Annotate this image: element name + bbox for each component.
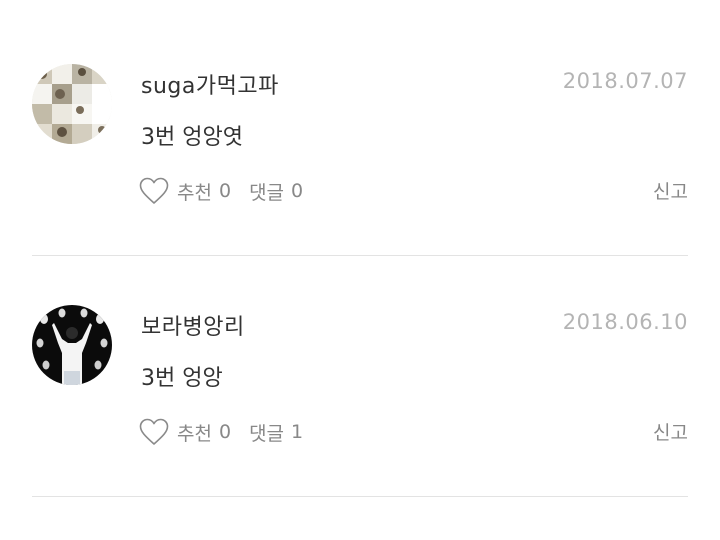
comment-item: 보라병앙리 2018.06.10 3번 엉앙 추천 0 댓글 1 신고 [0,256,720,497]
comment-date: 2018.07.07 [562,69,688,93]
reply-button[interactable]: 댓글 1 [249,419,303,446]
like-count: 0 [218,421,232,443]
like-button[interactable]: 추천 0 [139,418,231,446]
divider [32,496,688,497]
avatar[interactable] [32,305,112,385]
comment-text: 3번 엉앙 [141,366,223,391]
reply-label: 댓글 [249,181,285,204]
comment-actions: 추천 0 댓글 1 [139,416,303,448]
comment-date: 2018.06.10 [562,310,688,334]
comment-text: 3번 엉앙엿 [141,125,243,150]
comment-author[interactable]: 보라병앙리 [141,309,245,341]
avatar[interactable] [32,64,112,144]
reply-count: 0 [291,180,304,202]
like-label: 추천 [177,181,212,204]
comment-item: suga가먹고파 2018.07.07 3번 엉앙엿 추천 0 댓글 0 신고 [0,15,720,256]
like-label: 추천 [177,422,212,445]
heart-outline-icon [139,177,169,204]
like-count: 0 [218,180,232,202]
report-button[interactable]: 신고 [653,418,688,445]
reply-label: 댓글 [249,422,285,445]
report-button[interactable]: 신고 [653,177,688,204]
comment-author[interactable]: suga가먹고파 [141,68,279,100]
like-button[interactable]: 추천 0 [139,177,231,205]
heart-outline-icon [139,418,169,445]
avatar-performer-image [32,305,112,385]
reply-count: 1 [291,421,304,443]
reply-button[interactable]: 댓글 0 [249,178,303,205]
comment-actions: 추천 0 댓글 0 [139,175,303,207]
avatar-collage-image [32,64,112,144]
